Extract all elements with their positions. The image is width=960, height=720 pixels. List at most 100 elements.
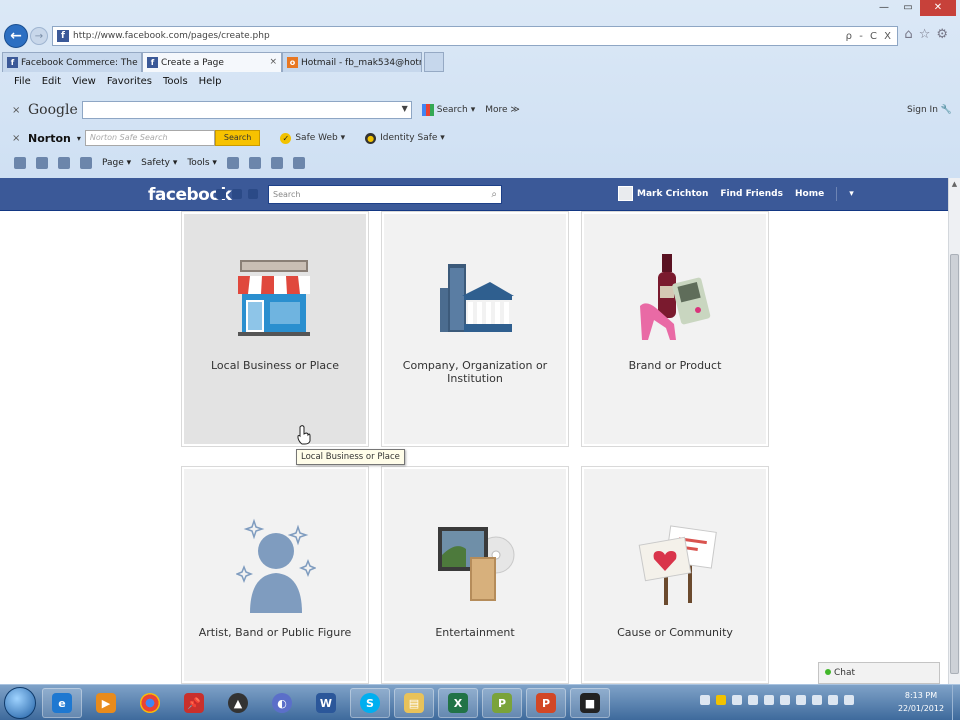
wrench-icon[interactable]: 🔧 — [941, 105, 952, 115]
chat-bar[interactable]: Chat — [818, 662, 940, 684]
category-artist-band[interactable]: Artist, Band or Public Figure — [181, 466, 369, 684]
tab-create-a-page[interactable]: f Create a Page × — [142, 52, 282, 72]
feeds-icon[interactable] — [36, 157, 48, 169]
page-menu[interactable]: Page ▾ — [102, 158, 131, 168]
browser-icons[interactable]: ⌂☆⚙ — [904, 27, 954, 42]
address-bar[interactable]: f http://www.facebook.com/pages/create.p… — [52, 26, 898, 46]
taskbar-camera[interactable]: ■ — [570, 688, 610, 718]
forward-arrow-icon: → — [34, 30, 44, 42]
scrollbar-thumb[interactable] — [950, 254, 959, 674]
tray-security-icon[interactable] — [764, 695, 774, 705]
print-icon[interactable] — [80, 157, 92, 169]
mail-icon[interactable] — [58, 157, 70, 169]
tab-facebook-commerce[interactable]: f Facebook Commerce: The Beg... — [2, 52, 142, 72]
category-cause-community[interactable]: Cause or Community — [581, 466, 769, 684]
tray-power-icon[interactable] — [796, 695, 806, 705]
page-scrollbar[interactable]: ▲ — [948, 178, 960, 684]
close-toolbar-icon[interactable]: × — [12, 133, 22, 144]
menu-edit[interactable]: Edit — [42, 76, 61, 92]
settings-gear-icon[interactable]: ⚙ — [936, 27, 954, 42]
tray-flag-icon[interactable] — [748, 695, 758, 705]
inkscape-icon: ▲ — [228, 693, 248, 713]
home-page-icon[interactable] — [14, 157, 26, 169]
menu-help[interactable]: Help — [199, 76, 222, 92]
safe-web-button[interactable]: ✓ Safe Web ▾ — [280, 132, 345, 144]
taskbar-inkscape[interactable]: ▲ — [218, 688, 258, 718]
find-friends-link[interactable]: Find Friends — [720, 189, 783, 199]
notifications-icon[interactable] — [248, 189, 258, 199]
profile-link[interactable]: Mark Crichton — [637, 189, 708, 199]
taskbar-clock[interactable]: 8:13 PM 22/01/2012 — [896, 689, 946, 715]
address-actions[interactable]: ρ - C X — [846, 31, 897, 42]
dropdown-arrow-icon[interactable]: ▾ — [77, 134, 81, 143]
command-bar: Page ▾ Safety ▾ Tools ▾ — [0, 150, 960, 176]
scroll-up-icon[interactable]: ▲ — [950, 180, 959, 190]
tray-app-icon[interactable] — [780, 695, 790, 705]
tab-close-icon[interactable]: × — [269, 57, 277, 67]
google-search-button[interactable]: Search ▾ — [421, 104, 476, 116]
facebook-search-input[interactable]: Search ⌕ — [268, 185, 502, 204]
taskbar-chrome[interactable] — [130, 688, 170, 718]
identity-safe-button[interactable]: ● Identity Safe ▾ — [365, 132, 445, 144]
category-local-business[interactable]: Local Business or Place — [181, 211, 369, 447]
addon-icon[interactable] — [248, 157, 261, 169]
norton-search-button[interactable]: Search — [214, 130, 261, 146]
menu-tools[interactable]: Tools — [163, 76, 188, 92]
taskbar-powerpoint[interactable]: P — [526, 688, 566, 718]
tools-menu[interactable]: Tools ▾ — [187, 158, 217, 168]
new-tab-button[interactable] — [424, 52, 444, 72]
start-button[interactable] — [4, 687, 36, 719]
account-menu-button[interactable]: ▾ — [849, 189, 854, 199]
taskbar-internet-explorer[interactable]: e — [42, 688, 82, 718]
search-icon[interactable]: ⌕ — [491, 186, 497, 203]
tray-signal-icon[interactable] — [828, 695, 838, 705]
translate-icon[interactable] — [292, 157, 305, 169]
maximize-button[interactable]: ▭ — [896, 0, 920, 16]
menu-favorites[interactable]: Favorites — [107, 76, 152, 92]
google-sign-in[interactable]: Sign In 🔧 — [907, 105, 952, 115]
taskbar-explorer[interactable]: ▤ — [394, 688, 434, 718]
tray-norton-icon[interactable] — [716, 695, 726, 705]
avatar[interactable] — [618, 186, 633, 201]
category-company[interactable]: Company, Organization or Institution — [381, 211, 569, 447]
menu-view[interactable]: View — [72, 76, 96, 92]
minimize-button[interactable]: — — [872, 0, 896, 16]
dropdown-arrow-icon[interactable]: ▼ — [402, 104, 408, 113]
tray-speaker-icon[interactable] — [844, 695, 854, 705]
category-entertainment[interactable]: Entertainment — [381, 466, 569, 684]
close-window-button[interactable]: ✕ — [920, 0, 956, 16]
favorites-star-icon[interactable]: ☆ — [919, 27, 937, 42]
taskbar-media-player[interactable]: ▶ — [86, 688, 126, 718]
dropdown-arrow-icon: ▾ — [470, 105, 476, 115]
url-text[interactable]: http://www.facebook.com/pages/create.php — [73, 31, 846, 41]
show-desktop-button[interactable] — [952, 685, 960, 720]
tray-network-icon[interactable] — [732, 695, 742, 705]
google-search-input[interactable]: ▼ — [81, 101, 412, 119]
home-icon[interactable]: ⌂ — [904, 27, 918, 42]
google-more-button[interactable]: More ≫ — [485, 105, 520, 115]
research-icon[interactable] — [270, 157, 283, 169]
taskbar-excel[interactable]: X — [438, 688, 478, 718]
taskbar-publisher[interactable]: P — [482, 688, 522, 718]
taskbar-pin-app[interactable]: 📌 — [174, 688, 214, 718]
help-icon[interactable] — [226, 157, 239, 169]
back-button[interactable]: ← — [4, 24, 28, 48]
tab-hotmail[interactable]: o Hotmail - fb_mak534@hotmail... — [282, 52, 422, 72]
tray-up-arrow-icon[interactable] — [700, 695, 710, 705]
friend-requests-icon[interactable] — [216, 189, 226, 199]
safety-menu[interactable]: Safety ▾ — [141, 158, 177, 168]
clock-time: 8:13 PM — [904, 691, 938, 700]
category-label: Brand or Product — [628, 359, 722, 372]
norton-search-input[interactable]: Norton Safe Search — [84, 130, 215, 146]
taskbar-word[interactable]: W — [306, 688, 346, 718]
taskbar-skype[interactable]: S — [350, 688, 390, 718]
tray-display-icon[interactable] — [812, 695, 822, 705]
home-link[interactable]: Home — [795, 189, 824, 199]
taskbar-firefox[interactable]: ◐ — [262, 688, 302, 718]
category-brand-product[interactable]: Brand or Product — [581, 211, 769, 447]
menu-file[interactable]: File — [14, 76, 31, 92]
forward-button[interactable]: → — [30, 27, 48, 45]
close-toolbar-icon[interactable]: × — [12, 105, 22, 116]
messages-icon[interactable] — [232, 189, 242, 199]
tab-label: Create a Page — [161, 57, 224, 68]
